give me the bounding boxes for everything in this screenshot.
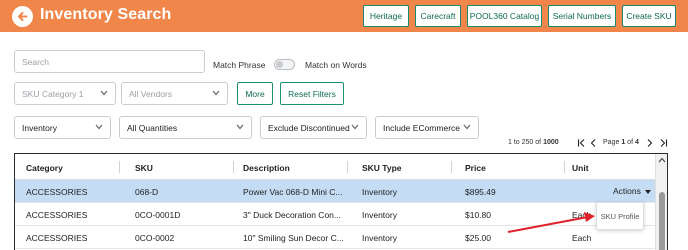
inventory-search-screen: Inventory Search Heritage Carecraft POOL…: [0, 0, 688, 250]
annotation-arrow: [507, 212, 595, 233]
